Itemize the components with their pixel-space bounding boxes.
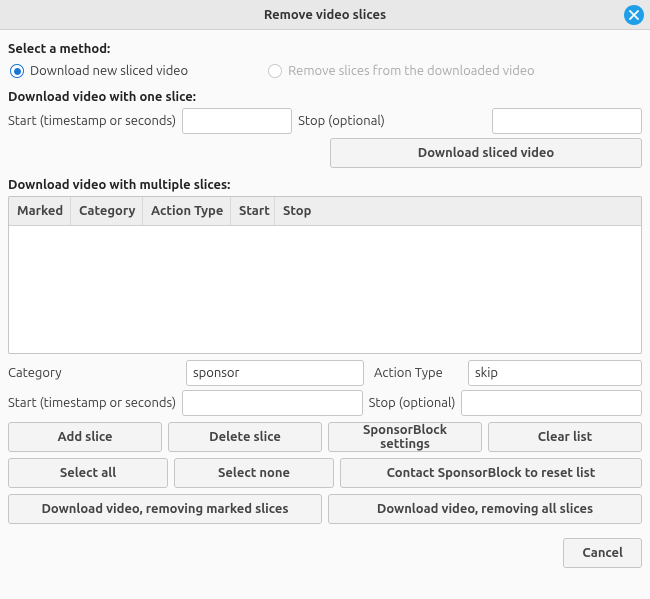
- dialog-footer: Cancel: [8, 538, 642, 568]
- radio-icon: [10, 64, 24, 78]
- method-radio-group: Download new sliced video Remove slices …: [8, 60, 642, 86]
- radio-icon: [268, 64, 282, 78]
- col-marked[interactable]: Marked: [9, 197, 71, 225]
- clear-list-button[interactable]: Clear list: [488, 422, 642, 452]
- radio-download-new[interactable]: Download new sliced video: [10, 64, 188, 78]
- button-row-3: Download video, removing marked slices D…: [8, 494, 642, 524]
- stop-label: Stop (optional): [369, 396, 456, 410]
- category-select[interactable]: sponsor: [186, 360, 364, 386]
- download-sliced-video-button[interactable]: Download sliced video: [330, 138, 642, 168]
- start-label: Start (timestamp or seconds): [8, 114, 176, 128]
- single-start-input[interactable]: [182, 108, 292, 134]
- radio-remove-downloaded: Remove slices from the downloaded video: [268, 64, 535, 78]
- slices-table[interactable]: Marked Category Action Type Start Stop: [8, 196, 642, 354]
- action-type-select[interactable]: skip: [468, 360, 642, 386]
- add-slice-button[interactable]: Add slice: [8, 422, 162, 452]
- single-slice-row: Start (timestamp or seconds) Stop (optio…: [8, 108, 642, 134]
- radio-label: Remove slices from the downloaded video: [288, 64, 535, 78]
- col-category[interactable]: Category: [71, 197, 143, 225]
- multi-slice-heading: Download video with multiple slices:: [8, 178, 642, 192]
- multi-start-input[interactable]: [182, 390, 363, 416]
- download-remove-marked-button[interactable]: Download video, removing marked slices: [8, 494, 322, 524]
- col-action-type[interactable]: Action Type: [143, 197, 231, 225]
- select-all-button[interactable]: Select all: [8, 458, 168, 488]
- delete-slice-button[interactable]: Delete slice: [168, 422, 322, 452]
- sponsorblock-settings-button[interactable]: SponsorBlock settings: [328, 422, 482, 452]
- single-slice-heading: Download video with one slice:: [8, 90, 642, 104]
- category-action-row: Category sponsor Action Type skip: [8, 360, 642, 386]
- select-none-button[interactable]: Select none: [174, 458, 334, 488]
- dialog-content: Select a method: Download new sliced vid…: [0, 30, 650, 576]
- table-header-row: Marked Category Action Type Start Stop: [9, 197, 641, 226]
- single-stop-input[interactable]: [492, 108, 642, 134]
- cancel-button[interactable]: Cancel: [563, 538, 642, 568]
- multi-start-stop-row: Start (timestamp or seconds) Stop (optio…: [8, 390, 642, 416]
- close-button[interactable]: [624, 5, 644, 25]
- contact-sponsorblock-button[interactable]: Contact SponsorBlock to reset list: [340, 458, 642, 488]
- close-icon: [629, 10, 639, 20]
- titlebar: Remove video slices: [0, 0, 650, 30]
- stop-label: Stop (optional): [298, 114, 385, 128]
- table-body: [9, 226, 641, 350]
- method-heading: Select a method:: [8, 42, 642, 56]
- single-download-row: Download sliced video: [8, 138, 642, 168]
- multi-stop-input[interactable]: [461, 390, 642, 416]
- radio-label: Download new sliced video: [30, 64, 188, 78]
- col-stop[interactable]: Stop: [275, 197, 641, 225]
- start-label: Start (timestamp or seconds): [8, 396, 176, 410]
- action-type-label: Action Type: [374, 366, 462, 380]
- download-remove-all-button[interactable]: Download video, removing all slices: [328, 494, 642, 524]
- button-row-1: Add slice Delete slice SponsorBlock sett…: [8, 422, 642, 452]
- button-row-2: Select all Select none Contact SponsorBl…: [8, 458, 642, 488]
- category-label: Category: [8, 366, 180, 380]
- window-title: Remove video slices: [264, 8, 386, 22]
- col-start[interactable]: Start: [231, 197, 275, 225]
